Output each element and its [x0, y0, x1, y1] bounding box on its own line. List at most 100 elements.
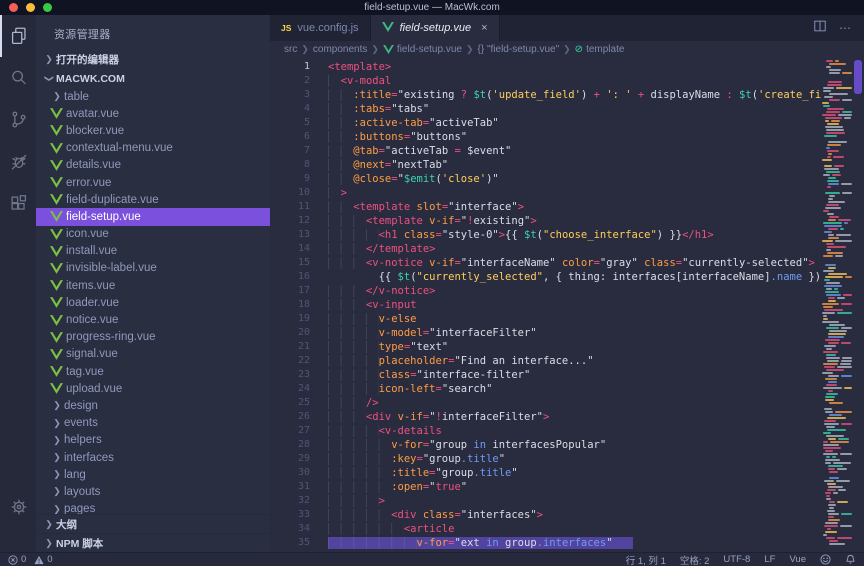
- tree-item-blocker-vue[interactable]: blocker.vue: [36, 122, 270, 139]
- tree-item-error-vue[interactable]: error.vue: [36, 174, 270, 191]
- code-line[interactable]: 21 type="text": [270, 340, 822, 354]
- tree-item-field-setup-vue[interactable]: field-setup.vue: [36, 208, 270, 225]
- code-line[interactable]: 34 <article: [270, 522, 822, 536]
- tree-item-design[interactable]: ❯design: [36, 397, 270, 414]
- code-line[interactable]: 3 :title="existing ? $t('update_field') …: [270, 88, 822, 102]
- scrollbar-thumb[interactable]: [854, 60, 862, 94]
- tab-vue-config-js[interactable]: JSvue.config.js: [270, 15, 371, 41]
- code-line[interactable]: 30 :title="group.title": [270, 466, 822, 480]
- tree-item-avatar-vue[interactable]: avatar.vue: [36, 105, 270, 122]
- code-line[interactable]: 16 {{ $t("currently_selected", { thing: …: [270, 270, 822, 284]
- breadcrumb-item[interactable]: components: [313, 44, 367, 55]
- breadcrumb-item[interactable]: ⊘template: [575, 44, 625, 55]
- code-line[interactable]: 11 <template slot="interface">: [270, 200, 822, 214]
- code-line[interactable]: 7 @tab="activeTab = $event": [270, 144, 822, 158]
- code-line[interactable]: 25 />: [270, 396, 822, 410]
- close-icon[interactable]: ×: [481, 22, 487, 34]
- code-line[interactable]: 23 class="interface-filter": [270, 368, 822, 382]
- minimap-mark: [823, 318, 828, 320]
- code-line[interactable]: 10 >: [270, 186, 822, 200]
- tree-item-progress-ring-vue[interactable]: progress-ring.vue: [36, 329, 270, 346]
- status-error[interactable]: 0: [8, 554, 26, 565]
- tree-item-upload-vue[interactable]: upload.vue: [36, 380, 270, 397]
- extensions-icon[interactable]: [0, 183, 36, 225]
- feedback-icon[interactable]: [820, 554, 831, 565]
- code-line[interactable]: 17 </v-notice>: [270, 284, 822, 298]
- open-editors-section[interactable]: ❯ 打开的编辑器: [36, 50, 270, 69]
- status-item-4[interactable]: Vue: [789, 554, 806, 565]
- code-line[interactable]: 32 >: [270, 494, 822, 508]
- line-number: 31: [270, 480, 310, 494]
- bell-icon[interactable]: [845, 554, 856, 565]
- code-line[interactable]: 18 <v-input: [270, 298, 822, 312]
- tree-item-loader-vue[interactable]: loader.vue: [36, 294, 270, 311]
- search-icon[interactable]: [0, 57, 36, 99]
- tree-item-invisible-label-vue[interactable]: invisible-label.vue: [36, 260, 270, 277]
- code-line[interactable]: 9 @close="$emit('close')": [270, 172, 822, 186]
- code-line[interactable]: 6 :buttons="buttons": [270, 130, 822, 144]
- code-line[interactable]: 33 <div class="interfaces">: [270, 508, 822, 522]
- tree-item-tag-vue[interactable]: tag.vue: [36, 363, 270, 380]
- minimap[interactable]: [822, 58, 852, 552]
- breadcrumb-item[interactable]: {} "field-setup.vue": [478, 44, 560, 55]
- tree-item-notice-vue[interactable]: notice.vue: [36, 311, 270, 328]
- code-line[interactable]: 22 placeholder="Find an interface...": [270, 354, 822, 368]
- token: @tab: [353, 145, 378, 157]
- debug-icon[interactable]: [0, 141, 36, 183]
- vertical-scrollbar[interactable]: [852, 58, 864, 552]
- tree-item-install-vue[interactable]: install.vue: [36, 243, 270, 260]
- root-folder-section[interactable]: ❯ MACWK.COM: [36, 69, 270, 88]
- explorer-icon[interactable]: [0, 15, 36, 57]
- code-line[interactable]: 19 v-else: [270, 312, 822, 326]
- tree-item-field-duplicate-vue[interactable]: field-duplicate.vue: [36, 191, 270, 208]
- code-line[interactable]: 28 v-for="group in interfacesPopular": [270, 438, 822, 452]
- code-line[interactable]: 4 :tabs="tabs": [270, 102, 822, 116]
- code-line[interactable]: 24 icon-left="search": [270, 382, 822, 396]
- code-line[interactable]: 12 <template v-if="!existing">: [270, 214, 822, 228]
- tree-item-contextual-menu-vue[interactable]: contextual-menu.vue: [36, 140, 270, 157]
- breadcrumb-item[interactable]: src: [284, 44, 297, 55]
- tree-item-details-vue[interactable]: details.vue: [36, 157, 270, 174]
- code-line[interactable]: 29 :key="group.title": [270, 452, 822, 466]
- sidebar-panel-0[interactable]: ❯大纲: [36, 514, 270, 533]
- code-line[interactable]: 8 @next="nextTab": [270, 158, 822, 172]
- tree-item-signal-vue[interactable]: signal.vue: [36, 346, 270, 363]
- status-item-2[interactable]: UTF-8: [723, 554, 750, 565]
- more-actions-icon[interactable]: ⋯: [839, 21, 852, 35]
- tree-item-icon-vue[interactable]: icon.vue: [36, 226, 270, 243]
- code-line[interactable]: 20 v-model="interfaceFilter": [270, 326, 822, 340]
- code-line[interactable]: 35 v-for="ext in group.interfaces": [270, 536, 822, 550]
- tab-field-setup-vue[interactable]: field-setup.vue×: [371, 15, 500, 41]
- status-item-0[interactable]: 行 1, 列 1: [626, 553, 666, 566]
- tree-item-helpers[interactable]: ❯helpers: [36, 432, 270, 449]
- status-item-3[interactable]: LF: [764, 554, 775, 565]
- tree-item-layouts[interactable]: ❯layouts: [36, 483, 270, 500]
- minimap-mark: [836, 87, 852, 89]
- code-line[interactable]: 31 :open="true": [270, 480, 822, 494]
- token: 'close': [442, 173, 486, 185]
- code-line[interactable]: 15 <v-notice v-if="interfaceName" color=…: [270, 256, 822, 270]
- status-item-1[interactable]: 空格: 2: [680, 553, 710, 566]
- code-line[interactable]: 14 </template>: [270, 242, 822, 256]
- source-control-icon[interactable]: [0, 99, 36, 141]
- code-editor[interactable]: 1<template>2 <v-modal3 :title="existing …: [270, 58, 822, 552]
- split-editor-icon[interactable]: [813, 19, 827, 38]
- tree-item-lang[interactable]: ❯lang: [36, 466, 270, 483]
- tree-item-pages[interactable]: ❯pages: [36, 501, 270, 515]
- token: </template>: [366, 243, 436, 255]
- code-line[interactable]: 13 <h1 class="style-0">{{ $t("choose_int…: [270, 228, 822, 242]
- gear-icon[interactable]: [0, 486, 36, 528]
- breadcrumb-item[interactable]: field-setup.vue: [383, 44, 462, 55]
- code-line[interactable]: 5 :active-tab="activeTab": [270, 116, 822, 130]
- tree-item-events[interactable]: ❯events: [36, 415, 270, 432]
- status-warning[interactable]: 0: [34, 554, 52, 565]
- tree-item-items-vue[interactable]: items.vue: [36, 277, 270, 294]
- code-line[interactable]: 27 <v-details: [270, 424, 822, 438]
- tree-item-table[interactable]: ❯table: [36, 88, 270, 105]
- sidebar-panel-1[interactable]: ❯NPM 脚本: [36, 533, 270, 552]
- code-line[interactable]: 26 <div v-if="!interfaceFilter">: [270, 410, 822, 424]
- token: ": [461, 481, 467, 493]
- code-line[interactable]: 1<template>: [270, 60, 822, 74]
- tree-item-interfaces[interactable]: ❯interfaces: [36, 449, 270, 466]
- code-line[interactable]: 2 <v-modal: [270, 74, 822, 88]
